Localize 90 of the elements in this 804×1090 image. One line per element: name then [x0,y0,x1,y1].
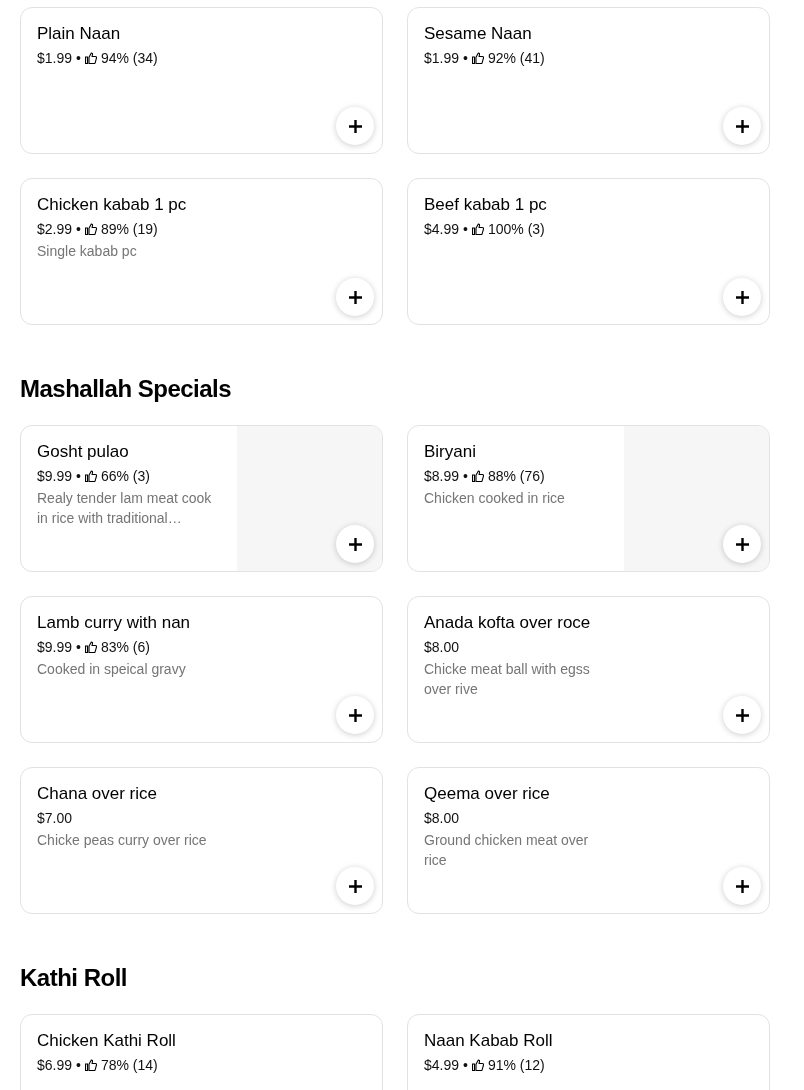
separator: • [463,220,468,239]
item-name: Chana over rice [37,783,158,805]
menu-item-card[interactable]: Lamb curry with nan $9.99 • 83% (6) Cooked in speical gravy [20,596,383,743]
item-description: Chicken cooked in rice [424,489,566,508]
item-name: Biryani [424,441,477,463]
separator: • [463,467,468,486]
plus-icon [348,708,362,722]
menu-item-card[interactable]: Beef kabab 1 pc $4.99 • 100% (3) [407,178,770,325]
add-button[interactable] [723,696,761,734]
separator: • [463,49,468,68]
item-name: Chicken kabab 1 pc [37,194,188,216]
thumbs-up-icon [84,641,97,653]
thumbs-up-icon [471,1059,484,1071]
menu-item-card[interactable]: Biryani $8.99 • 88% (76) Chicken cooked in rice [407,425,770,572]
section-heading: Kathi Roll [20,963,128,993]
item-rating: 78% (14) [100,1056,158,1075]
add-button[interactable] [336,278,374,316]
plus-icon [348,879,362,893]
item-rating: 94% (34) [100,49,158,68]
item-description: Ground chicken meat over rice [424,831,590,870]
menu-item-card[interactable]: Chicken Kathi Roll $6.99 • 78% (14) [20,1014,383,1090]
item-description: Cooked in speical gravy [37,660,187,679]
item-name: Plain Naan [37,23,122,45]
plus-icon [735,879,749,893]
menu-item-card[interactable]: Anada kofta over roce $8.00 Chicke meat ball with egss over rive [407,596,770,743]
item-name: Sesame Naan [424,23,533,45]
plus-icon [735,119,749,133]
item-name: Lamb curry with nan [37,612,192,634]
add-button[interactable] [723,278,761,316]
menu-item-card[interactable]: Chana over rice $7.00 Chicke peas curry over rice [20,767,383,914]
plus-icon [735,290,749,304]
menu-item-card[interactable]: Chicken kabab 1 pc $2.99 • 89% (19) Single kabab pc [20,178,383,325]
add-button[interactable] [336,867,374,905]
item-name: Anada kofta over roce [424,612,592,634]
section-heading: Mashallah Specials [20,374,233,404]
add-button[interactable] [723,107,761,145]
item-price: $4.99 [424,220,460,239]
item-price: $1.99 [424,49,460,68]
menu-item-card[interactable]: Plain Naan $1.99 • 94% (34) [20,7,383,154]
plus-icon [735,708,749,722]
item-price: $2.99 [37,220,73,239]
thumbs-up-icon [471,223,484,235]
add-button[interactable] [336,696,374,734]
separator: • [76,638,81,657]
item-rating: 83% (6) [100,638,150,657]
item-price: $4.99 [424,1056,460,1075]
thumbs-up-icon [84,52,97,64]
separator: • [463,1056,468,1075]
separator: • [76,49,81,68]
item-description: Realy tender lam meat cook in rice with traditional… [37,489,213,528]
item-price: $9.99 [37,638,73,657]
item-rating: 66% (3) [100,467,150,486]
plus-icon [348,119,362,133]
item-price: $8.00 [424,809,460,828]
item-description: Chicke peas curry over rice [37,831,208,850]
item-rating: 89% (19) [100,220,158,239]
separator: • [76,220,81,239]
thumbs-up-icon [84,470,97,482]
plus-icon [735,537,749,551]
separator: • [76,467,81,486]
item-price: $7.00 [37,809,73,828]
separator: • [76,1056,81,1075]
menu-item-card[interactable]: Gosht pulao $9.99 • 66% (3) Realy tender lam meat cook in rice with traditional… [20,425,383,572]
item-name: Gosht pulao [37,441,130,463]
item-description: Chicke meat ball with egss over rive [424,660,591,699]
item-rating: 88% (76) [487,467,545,486]
thumbs-up-icon [84,1059,97,1071]
item-name: Beef kabab 1 pc [424,194,548,216]
item-rating: 92% (41) [487,49,545,68]
menu-item-card[interactable]: Naan Kabab Roll $4.99 • 91% (12) [407,1014,770,1090]
add-button[interactable] [336,107,374,145]
thumbs-up-icon [84,223,97,235]
item-name: Chicken Kathi Roll [37,1030,177,1052]
thumbs-up-icon [471,52,484,64]
menu-item-card[interactable]: Qeema over rice $8.00 Ground chicken meat over rice [407,767,770,914]
item-price: $1.99 [37,49,73,68]
item-rating: 100% (3) [487,220,545,239]
item-price: $8.99 [424,467,460,486]
plus-icon [348,290,362,304]
add-button[interactable] [723,867,761,905]
item-rating: 91% (12) [487,1056,545,1075]
item-price: $8.00 [424,638,460,657]
item-price: $6.99 [37,1056,73,1075]
thumbs-up-icon [471,470,484,482]
menu-item-card[interactable]: Sesame Naan $1.99 • 92% (41) [407,7,770,154]
plus-icon [348,537,362,551]
item-name: Qeema over rice [424,783,551,805]
item-price: $9.99 [37,467,73,486]
item-description: Single kabab pc [37,242,138,261]
item-name: Naan Kabab Roll [424,1030,554,1052]
